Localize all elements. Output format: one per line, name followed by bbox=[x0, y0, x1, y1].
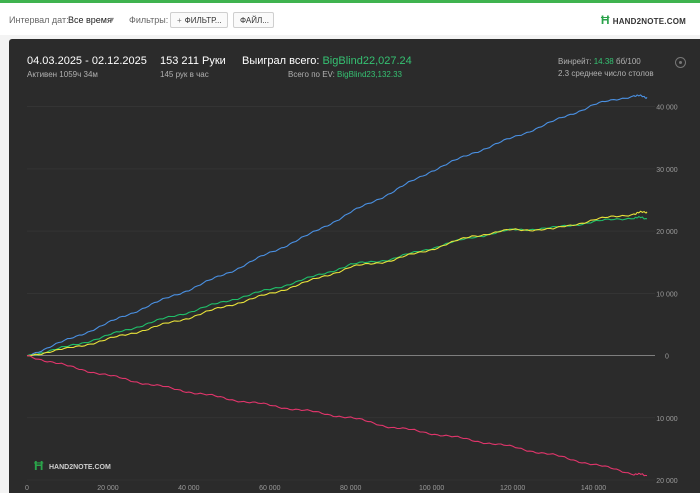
won-total: Выиграл всего: BigBlind22,027.24 bbox=[242, 55, 412, 67]
chart-grid bbox=[27, 106, 655, 481]
x-axis-ticks: 0 20 000 40 000 60 000 80 000 100 000 120 000 1… bbox=[25, 485, 606, 492]
y-tick-label: 40 000 bbox=[656, 105, 678, 112]
x-tick-label: 40 000 bbox=[178, 485, 200, 492]
settings-gear-icon[interactable] bbox=[675, 57, 686, 68]
y-tick-label: 10 000 bbox=[656, 291, 678, 298]
chevron-down-icon[interactable]: ▾ bbox=[110, 15, 114, 24]
y-tick-label: 20 000 bbox=[656, 478, 678, 485]
series-line-nonshowdown bbox=[26, 355, 648, 477]
y-axis-ticks: 40 000 30 000 20 000 10 000 0 10 000 20 000 bbox=[656, 105, 678, 485]
y-tick-label: 20 000 bbox=[656, 229, 678, 236]
filter-button[interactable]: + ФИЛЬТР... bbox=[170, 12, 228, 28]
hand2note-logo: Ħ HAND2NOTE.COM bbox=[600, 13, 686, 27]
x-tick-label: 120 000 bbox=[500, 485, 525, 492]
x-tick-label: 80 000 bbox=[340, 485, 362, 492]
watermark-text: HAND2NOTE.COM bbox=[49, 464, 111, 471]
plus-icon: + bbox=[177, 16, 182, 25]
winrate-value: 14.38 bbox=[593, 57, 614, 66]
winrate: Винрейт: 14.38 бб/100 bbox=[558, 57, 641, 66]
graph-panel: 04.03.2025 - 02.12.2025 Активен 1059ч 34… bbox=[9, 39, 700, 493]
x-tick-label: 20 000 bbox=[97, 485, 119, 492]
y-tick-label: 10 000 bbox=[656, 416, 678, 423]
tables-average: 2.3 среднее число столов bbox=[558, 69, 654, 78]
date-interval-select[interactable]: Все время bbox=[68, 15, 112, 25]
date-range: 04.03.2025 - 02.12.2025 bbox=[27, 55, 147, 67]
toolbar: Интервал дат: Все время ▾ Фильтры: + ФИЛЬ… bbox=[0, 3, 700, 35]
profit-graph: 0 20 000 40 000 60 000 80 000 100 000 120 000 1… bbox=[25, 94, 678, 492]
x-tick-label: 100 000 bbox=[419, 485, 444, 492]
filter-button-label: ФИЛЬТР... bbox=[184, 16, 222, 25]
chart-watermark: Ħ HAND2NOTE.COM bbox=[34, 458, 111, 473]
x-tick-label: 0 bbox=[25, 485, 29, 492]
date-interval-label: Интервал дат: bbox=[9, 15, 69, 25]
h2n-watermark-icon: Ħ bbox=[34, 458, 44, 473]
series-line-total bbox=[26, 94, 648, 357]
y-tick-label: 0 bbox=[665, 354, 669, 361]
x-tick-label: 60 000 bbox=[259, 485, 281, 492]
chart-series bbox=[26, 94, 648, 477]
won-value: BigBlind22,027.24 bbox=[322, 55, 412, 67]
y-tick-label: 30 000 bbox=[656, 167, 678, 174]
series-line-ev bbox=[26, 210, 648, 357]
files-button-label: ФАЙЛ... bbox=[240, 16, 269, 25]
hands-count: 153 211 Руки bbox=[160, 55, 226, 67]
x-tick-label: 140 000 bbox=[581, 485, 606, 492]
filters-label: Фильтры: bbox=[129, 15, 169, 25]
files-button[interactable]: ФАЙЛ... bbox=[233, 12, 274, 28]
h2n-logo-icon: Ħ bbox=[600, 13, 610, 27]
